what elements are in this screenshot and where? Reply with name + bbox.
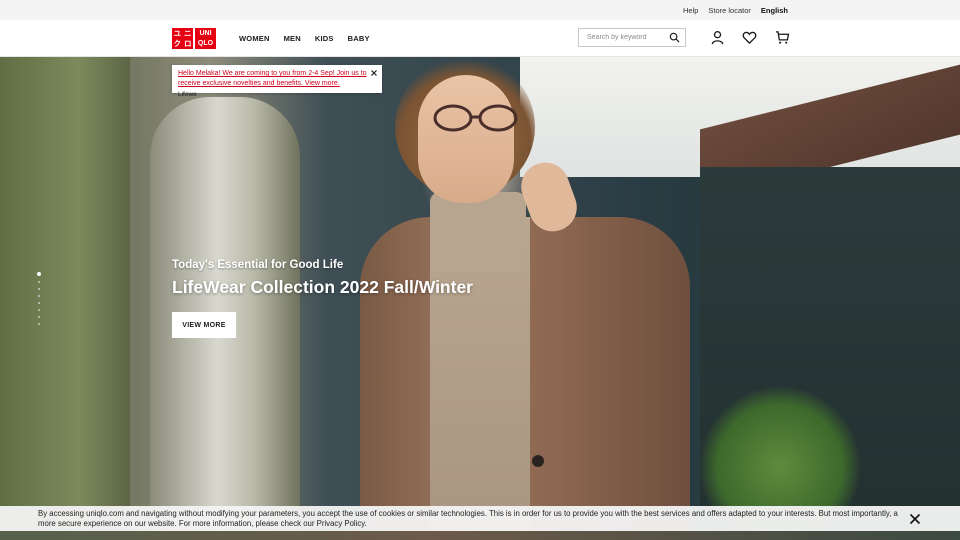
cart-icon[interactable]	[775, 30, 790, 45]
search-box	[578, 28, 686, 47]
account-icon[interactable]	[710, 30, 725, 45]
close-icon[interactable]	[909, 513, 921, 525]
slide-dot-active[interactable]	[37, 272, 41, 276]
slide-indicator	[37, 272, 41, 325]
promo-message-link[interactable]: Hello Melaka! We are coming to you from …	[178, 69, 368, 89]
slide-dot[interactable]	[38, 295, 40, 297]
site-header: ユ ニ ク ロ UNI QLO WOMEN MEN KIDS BABY	[0, 20, 960, 57]
logo-char: ロ	[184, 39, 192, 48]
nav-kids[interactable]: KIDS	[315, 34, 334, 43]
logo-char: ユ	[173, 28, 182, 38]
search-icon[interactable]	[669, 32, 680, 43]
utility-bar: Help Store locator English	[0, 0, 960, 20]
nav-baby[interactable]: BABY	[348, 34, 370, 43]
language-selector[interactable]: English	[761, 6, 788, 15]
hero-bg-foliage	[0, 57, 130, 540]
wishlist-heart-icon[interactable]	[742, 30, 757, 45]
logo-katakana-block: ユ ニ ク ロ	[172, 28, 193, 49]
hero-title: LifeWear Collection 2022 Fall/Winter	[172, 277, 473, 297]
utility-links: Help Store locator English	[683, 0, 788, 20]
hero-model-image	[360, 57, 690, 540]
main-nav: WOMEN MEN KIDS BABY	[239, 20, 370, 57]
model-face	[418, 75, 514, 203]
slide-dot[interactable]	[38, 288, 40, 290]
slide-dot[interactable]	[38, 309, 40, 311]
nav-men[interactable]: MEN	[284, 34, 301, 43]
hero-bottom-edge	[0, 531, 960, 540]
close-icon[interactable]	[370, 69, 378, 77]
search-input[interactable]	[579, 29, 667, 46]
hero-subtitle: Today's Essential for Good Life	[172, 259, 344, 271]
logo-char: ク	[173, 39, 182, 48]
slide-dot[interactable]	[38, 316, 40, 318]
model-glasses	[433, 104, 518, 132]
model-turtleneck	[430, 192, 526, 272]
model-coat-button	[532, 455, 544, 467]
nav-women[interactable]: WOMEN	[239, 34, 270, 43]
slide-dot[interactable]	[38, 281, 40, 283]
hero-banner[interactable]: Today's Essential for Good Life LifeWear…	[0, 57, 960, 540]
promo-notification: Hello Melaka! We are coming to you from …	[172, 65, 382, 93]
help-link[interactable]: Help	[683, 6, 698, 15]
store-locator-link[interactable]: Store locator	[708, 6, 751, 15]
logo-latin-block: UNI QLO	[195, 28, 216, 49]
slide-dot[interactable]	[38, 323, 40, 325]
cookie-banner: By accessing uniqlo.com and navigating w…	[0, 506, 960, 531]
cookie-notice-text: By accessing uniqlo.com and navigating w…	[38, 509, 898, 528]
view-more-button[interactable]: VIEW MORE	[172, 312, 236, 338]
logo-char: ニ	[184, 28, 192, 38]
partially-hidden-label: Lifewe	[178, 91, 197, 98]
uniqlo-logo[interactable]: ユ ニ ク ロ UNI QLO	[172, 28, 217, 49]
logo-word: UNI	[199, 29, 212, 37]
slide-dot[interactable]	[38, 302, 40, 304]
logo-word: QLO	[197, 40, 214, 48]
